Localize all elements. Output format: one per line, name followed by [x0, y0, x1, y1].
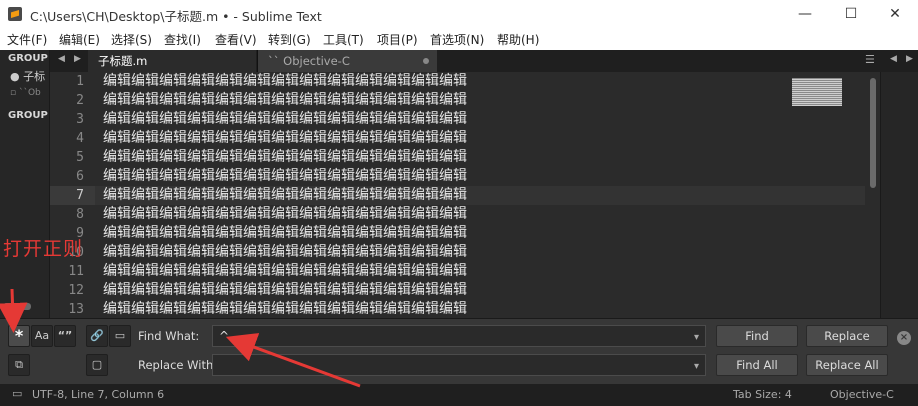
- replace-with-label: Replace With:: [138, 358, 218, 372]
- menu-bar: 文件(F) 编辑(E) 选择(S) 查找(I) 查看(V) 转到(G) 工具(T…: [0, 28, 918, 50]
- code-line[interactable]: 编辑编辑编辑编辑编辑编辑编辑编辑编辑编辑编辑编辑编辑: [95, 186, 865, 205]
- find-replace-panel: * Aa “” 🔗 ▭ ⧉ ▢ Find What: ^ ▾ Replace W…: [0, 318, 918, 384]
- menu-selection[interactable]: 选择(S): [111, 31, 152, 48]
- tab-bar: ◀ ▶ 子标题.m `` Objective-C ☰ ◀ ▶: [50, 50, 918, 72]
- menu-file[interactable]: 文件(F): [7, 31, 47, 48]
- tab-objective-c[interactable]: `` Objective-C: [257, 50, 437, 72]
- chevron-down-icon[interactable]: ▾: [694, 357, 699, 377]
- line-number: 13: [68, 302, 84, 317]
- tab-dirty-dot-icon[interactable]: [423, 58, 429, 64]
- preserve-case-toggle-button[interactable]: ⧉: [8, 354, 30, 376]
- line-number: 7: [50, 186, 95, 205]
- case-sensitive-toggle-button[interactable]: Aa: [31, 325, 53, 347]
- code-line[interactable]: 编辑编辑编辑编辑编辑编辑编辑编辑编辑编辑编辑编辑编辑: [95, 91, 865, 110]
- editor-window: GROUP ● 子标 ▫ ``Ob GROUP ◀ ▶ 子标题.m `` Obj…: [0, 50, 918, 384]
- chevron-down-icon[interactable]: ▾: [694, 328, 699, 348]
- line-number: 12: [68, 283, 84, 298]
- right-pane: [880, 72, 918, 318]
- in-selection-toggle-button[interactable]: ▭: [109, 325, 131, 347]
- line-number: 11: [68, 264, 84, 279]
- menu-goto[interactable]: 转到(G): [268, 31, 311, 48]
- tab-active-file[interactable]: 子标题.m: [88, 50, 256, 72]
- menu-find[interactable]: 查找(I): [164, 31, 201, 48]
- sidebar-file-objc[interactable]: ▫ ``Ob: [10, 88, 41, 98]
- tab-label: `` Objective-C: [268, 54, 350, 68]
- find-what-label: Find What:: [138, 329, 200, 343]
- sidebar: GROUP ● 子标 ▫ ``Ob GROUP: [0, 50, 50, 318]
- close-find-panel-icon[interactable]: ×: [897, 331, 911, 345]
- code-line[interactable]: 编辑编辑编辑编辑编辑编辑编辑编辑编辑编辑编辑编辑编辑: [95, 129, 865, 148]
- tab-prev-arrow-icon[interactable]: ◀: [58, 54, 65, 64]
- close-button[interactable]: ✕: [872, 0, 918, 28]
- sidebar-file-active[interactable]: ● 子标: [10, 68, 45, 84]
- code-line[interactable]: 编辑编辑编辑编辑编辑编辑编辑编辑编辑编辑编辑编辑编辑: [95, 262, 865, 281]
- line-number: 4: [76, 131, 84, 146]
- pane-prev-arrow-icon[interactable]: ◀: [890, 54, 897, 64]
- code-line[interactable]: 编辑编辑编辑编辑编辑编辑编辑编辑编辑编辑编辑编辑编辑: [95, 167, 865, 186]
- copy-icon: ⧉: [15, 358, 23, 371]
- menu-edit[interactable]: 编辑(E): [59, 31, 100, 48]
- tab-label: 子标题.m: [98, 54, 148, 68]
- sidebar-scrollbar[interactable]: [3, 303, 31, 310]
- code-line[interactable]: 编辑编辑编辑编辑编辑编辑编辑编辑编辑编辑编辑编辑编辑: [95, 243, 865, 262]
- replace-all-button[interactable]: Replace All: [806, 354, 888, 376]
- find-what-input[interactable]: ^ ▾: [212, 325, 706, 347]
- annotation-label: 打开正则: [3, 238, 84, 260]
- menu-tools[interactable]: 工具(T): [323, 31, 364, 48]
- link-icon: 🔗: [90, 329, 104, 342]
- find-what-value: ^: [219, 329, 230, 343]
- wrap-toggle-button[interactable]: 🔗: [86, 325, 108, 347]
- code-line[interactable]: 编辑编辑编辑编辑编辑编辑编辑编辑编辑编辑编辑编辑编辑: [95, 281, 865, 300]
- line-number: 2: [76, 93, 84, 108]
- maximize-button[interactable]: ☐: [828, 0, 874, 28]
- code-line[interactable]: 编辑编辑编辑编辑编辑编辑编辑编辑编辑编辑编辑编辑编辑: [95, 110, 865, 129]
- line-number: 6: [76, 169, 84, 184]
- menu-view[interactable]: 查看(V): [215, 31, 257, 48]
- line-number: 5: [76, 150, 84, 165]
- regex-toggle-button[interactable]: *: [8, 325, 30, 347]
- menu-project[interactable]: 项目(P): [377, 31, 418, 48]
- code-line[interactable]: 编辑编辑编辑编辑编辑编辑编辑编辑编辑编辑编辑编辑编辑: [95, 148, 865, 167]
- panel-toggle-icon[interactable]: ▭: [12, 387, 22, 400]
- status-tab-size[interactable]: Tab Size: 4: [733, 388, 792, 401]
- find-all-button[interactable]: Find All: [716, 354, 798, 376]
- pane-next-arrow-icon[interactable]: ▶: [906, 54, 913, 64]
- code-line[interactable]: 编辑编辑编辑编辑编辑编辑编辑编辑编辑编辑编辑编辑编辑: [95, 300, 865, 318]
- sidebar-group-2: GROUP: [8, 110, 48, 121]
- code-line[interactable]: 编辑编辑编辑编辑编辑编辑编辑编辑编辑编辑编辑编辑编辑: [95, 224, 865, 243]
- sublime-app-icon: [8, 7, 22, 21]
- minimize-button[interactable]: —: [782, 0, 828, 28]
- highlight-matches-toggle-button[interactable]: ▢: [86, 354, 108, 376]
- find-button[interactable]: Find: [716, 325, 798, 347]
- status-syntax[interactable]: Objective-C: [830, 388, 894, 401]
- menu-help[interactable]: 帮助(H): [497, 31, 539, 48]
- sidebar-group-1: GROUP: [8, 53, 48, 64]
- code-line[interactable]: 编辑编辑编辑编辑编辑编辑编辑编辑编辑编辑编辑编辑编辑: [95, 72, 865, 91]
- line-number: 8: [76, 207, 84, 222]
- tab-next-arrow-icon[interactable]: ▶: [74, 54, 81, 64]
- tab-list-menu-icon[interactable]: ☰: [865, 53, 875, 66]
- code-editor[interactable]: 编辑编辑编辑编辑编辑编辑编辑编辑编辑编辑编辑编辑编辑 编辑编辑编辑编辑编辑编辑编辑…: [95, 72, 865, 318]
- title-bar: C:\Users\CH\Desktop\子标题.m • - Sublime Te…: [0, 0, 918, 28]
- editor-scrollbar[interactable]: [870, 78, 876, 188]
- replace-with-input[interactable]: ▾: [212, 354, 706, 376]
- code-line[interactable]: 编辑编辑编辑编辑编辑编辑编辑编辑编辑编辑编辑编辑编辑: [95, 205, 865, 224]
- line-number-gutter: 1 2 3 4 5 6 7 8 9 10 11 12 13: [50, 72, 95, 318]
- minimap[interactable]: [792, 78, 842, 106]
- menu-preferences[interactable]: 首选项(N): [430, 31, 484, 48]
- replace-button[interactable]: Replace: [806, 325, 888, 347]
- line-number: 3: [76, 112, 84, 127]
- status-encoding-position: UTF-8, Line 7, Column 6: [32, 388, 165, 401]
- whole-word-toggle-button[interactable]: “”: [54, 325, 76, 347]
- line-number: 1: [76, 74, 84, 89]
- window-title: C:\Users\CH\Desktop\子标题.m • - Sublime Te…: [30, 9, 322, 24]
- status-bar: ▭ UTF-8, Line 7, Column 6 Tab Size: 4 Ob…: [0, 384, 918, 406]
